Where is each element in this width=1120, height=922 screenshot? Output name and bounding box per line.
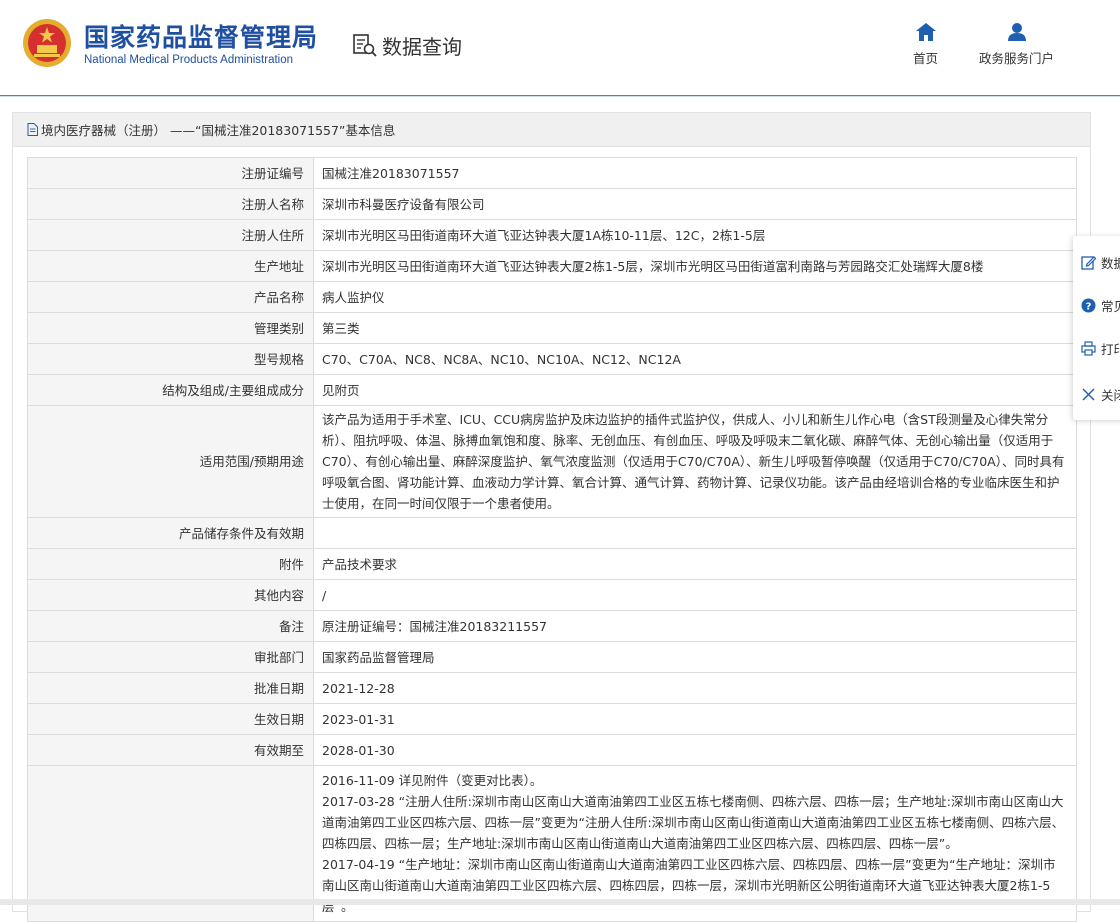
home-icon [915,23,936,41]
row-value: 病人监护仪 [313,281,1077,313]
detail-panel: 境内医疗器械（注册） ——“国械注准20183071557”基本信息 注册证编号… [12,112,1091,922]
data-query-link[interactable]: 数据查询 [352,30,462,60]
panel-title: 境内医疗器械（注册） ——“国械注准20183071557”基本信息 [41,123,396,138]
row-value: 原注册证编号：国械注准20183211557 [313,610,1077,642]
table-row: 产品储存条件及有效期 [27,517,1077,549]
brand-title-cn: 国家药品监督管理局 [84,23,319,52]
national-emblem-icon [23,19,71,67]
brand-title-en: National Medical Products Administration [84,54,294,66]
row-label: 注册人名称 [27,188,314,220]
table-row: 有效期至 2028-01-30 [27,734,1077,766]
change-entry: 2016-11-09 详见附件（变更对比表）。 [322,773,543,788]
row-value: 深圳市光明区马田街道南环大道飞亚达钟表大厦2栋1-5层，深圳市光明区马田街道富利… [313,250,1077,282]
nav-home[interactable]: 首页 [913,22,938,67]
row-label: 有效期至 [27,734,314,766]
table-row: 注册证编号 国械注准20183071557 [27,157,1077,189]
table-row: 适用范围/预期用途 该产品为适用于手术室、ICU、CCU病房监护及床边监护的插件… [27,405,1077,518]
document-icon [27,123,38,136]
edit-icon [1081,255,1096,270]
sidebar-item-close[interactable]: 关闭 [1081,384,1120,404]
table-row: 注册人名称 深圳市科曼医疗设备有限公司 [27,188,1077,220]
row-label: 注册证编号 [27,157,314,189]
sidebar-item-data[interactable]: 数据 [1081,252,1120,272]
site-header: 国家药品监督管理局 National Medical Products Admi… [0,0,1120,96]
row-label: 审批部门 [27,641,314,673]
row-label: 批准日期 [27,672,314,704]
data-query-label: 数据查询 [382,34,462,59]
sidebar-item-faq[interactable]: ? 常见 [1081,295,1120,315]
row-value: 2021-12-28 [313,672,1077,704]
row-value: 该产品为适用于手术室、ICU、CCU病房监护及床边监护的插件式监护仪，供成人、小… [313,405,1077,518]
svg-text:?: ? [1086,301,1092,312]
row-label: 管理类别 [27,312,314,344]
close-icon [1082,388,1095,400]
row-label: 产品储存条件及有效期 [27,517,314,549]
row-value: 2023-01-31 [313,703,1077,735]
row-label: 注册人住所 [27,219,314,251]
table-row: 生效日期 2023-01-31 [27,703,1077,735]
sidebar-item-label: 常见 [1101,298,1120,314]
row-value: 国家药品监督管理局 [313,641,1077,673]
row-label: 备注 [27,610,314,642]
nav-home-label: 首页 [913,51,939,66]
row-value: 第三类 [313,312,1077,344]
row-label: 产品名称 [27,281,314,313]
floating-toolbar: 数据 ? 常见 打印 关闭 [1073,236,1120,420]
table-row: 附件 产品技术要求 [27,548,1077,580]
row-value: 深圳市光明区马田街道南环大道飞亚达钟表大厦1A栋10-11层、12C，2栋1-5… [313,219,1077,251]
data-query-icon [353,34,377,57]
row-value: / [313,579,1077,611]
print-icon [1081,340,1096,356]
sidebar-item-print[interactable]: 打印 [1081,338,1120,358]
row-label: 型号规格 [27,343,314,375]
row-value: 产品技术要求 [313,548,1077,580]
table-row: 型号规格 C70、C70A、NC8、NC8A、NC10、NC10A、NC12、N… [27,343,1077,375]
row-label: 生效日期 [27,703,314,735]
row-label: 其他内容 [27,579,314,611]
row-label: 结构及组成/主要组成成分 [27,374,314,406]
question-icon: ? [1081,298,1096,312]
nav-service-portal-label: 政务服务门户 [979,51,1055,66]
sidebar-item-label: 关闭 [1101,387,1120,403]
row-value: 国械注准20183071557 [313,157,1077,189]
table-row: 批准日期 2021-12-28 [27,672,1077,704]
nav-service-portal[interactable]: 政务服务门户 [979,22,1054,67]
row-label: 适用范围/预期用途 [27,405,314,518]
table-row: 备注 原注册证编号：国械注准20183211557 [27,610,1077,642]
table-row: 其他内容 / [27,579,1077,611]
row-value: 见附页 [313,374,1077,406]
row-label: 生产地址 [27,250,314,282]
registration-info-table: 注册证编号 国械注准20183071557 注册人名称 深圳市科曼医疗设备有限公… [27,157,1077,922]
sidebar-item-label: 数据 [1101,255,1120,271]
row-value: C70、C70A、NC8、NC8A、NC10、NC10A、NC12、NC12A [313,343,1077,375]
header-divider [0,96,1120,97]
table-row: 结构及组成/主要组成成分 见附页 [27,374,1077,406]
table-row: 审批部门 国家药品监督管理局 [27,641,1077,673]
row-value: 2028-01-30 [313,734,1077,766]
row-value [313,517,1077,549]
row-label: 附件 [27,548,314,580]
change-entry: 2017-03-28 “注册人住所:深圳市南山区南山大道南油第四工业区五栋七楼南… [322,794,1065,851]
sidebar-item-label: 打印 [1101,341,1120,357]
table-row: 产品名称 病人监护仪 [27,281,1077,313]
row-value: 深圳市科曼医疗设备有限公司 [313,188,1077,220]
change-entry: 2017-04-19 “生产地址：深圳市南山区南山街道南山大道南油第四工业区四栋… [322,857,1056,914]
horizontal-scrollbar[interactable] [0,899,1120,905]
table-row: 管理类别 第三类 [27,312,1077,344]
table-row: 生产地址 深圳市光明区马田街道南环大道飞亚达钟表大厦2栋1-5层，深圳市光明区马… [27,250,1077,282]
panel-header: 境内医疗器械（注册） ——“国械注准20183071557”基本信息 [13,113,1090,147]
table-row: 注册人住所 深圳市光明区马田街道南环大道飞亚达钟表大厦1A栋10-11层、12C… [27,219,1077,251]
user-icon [1007,23,1026,41]
